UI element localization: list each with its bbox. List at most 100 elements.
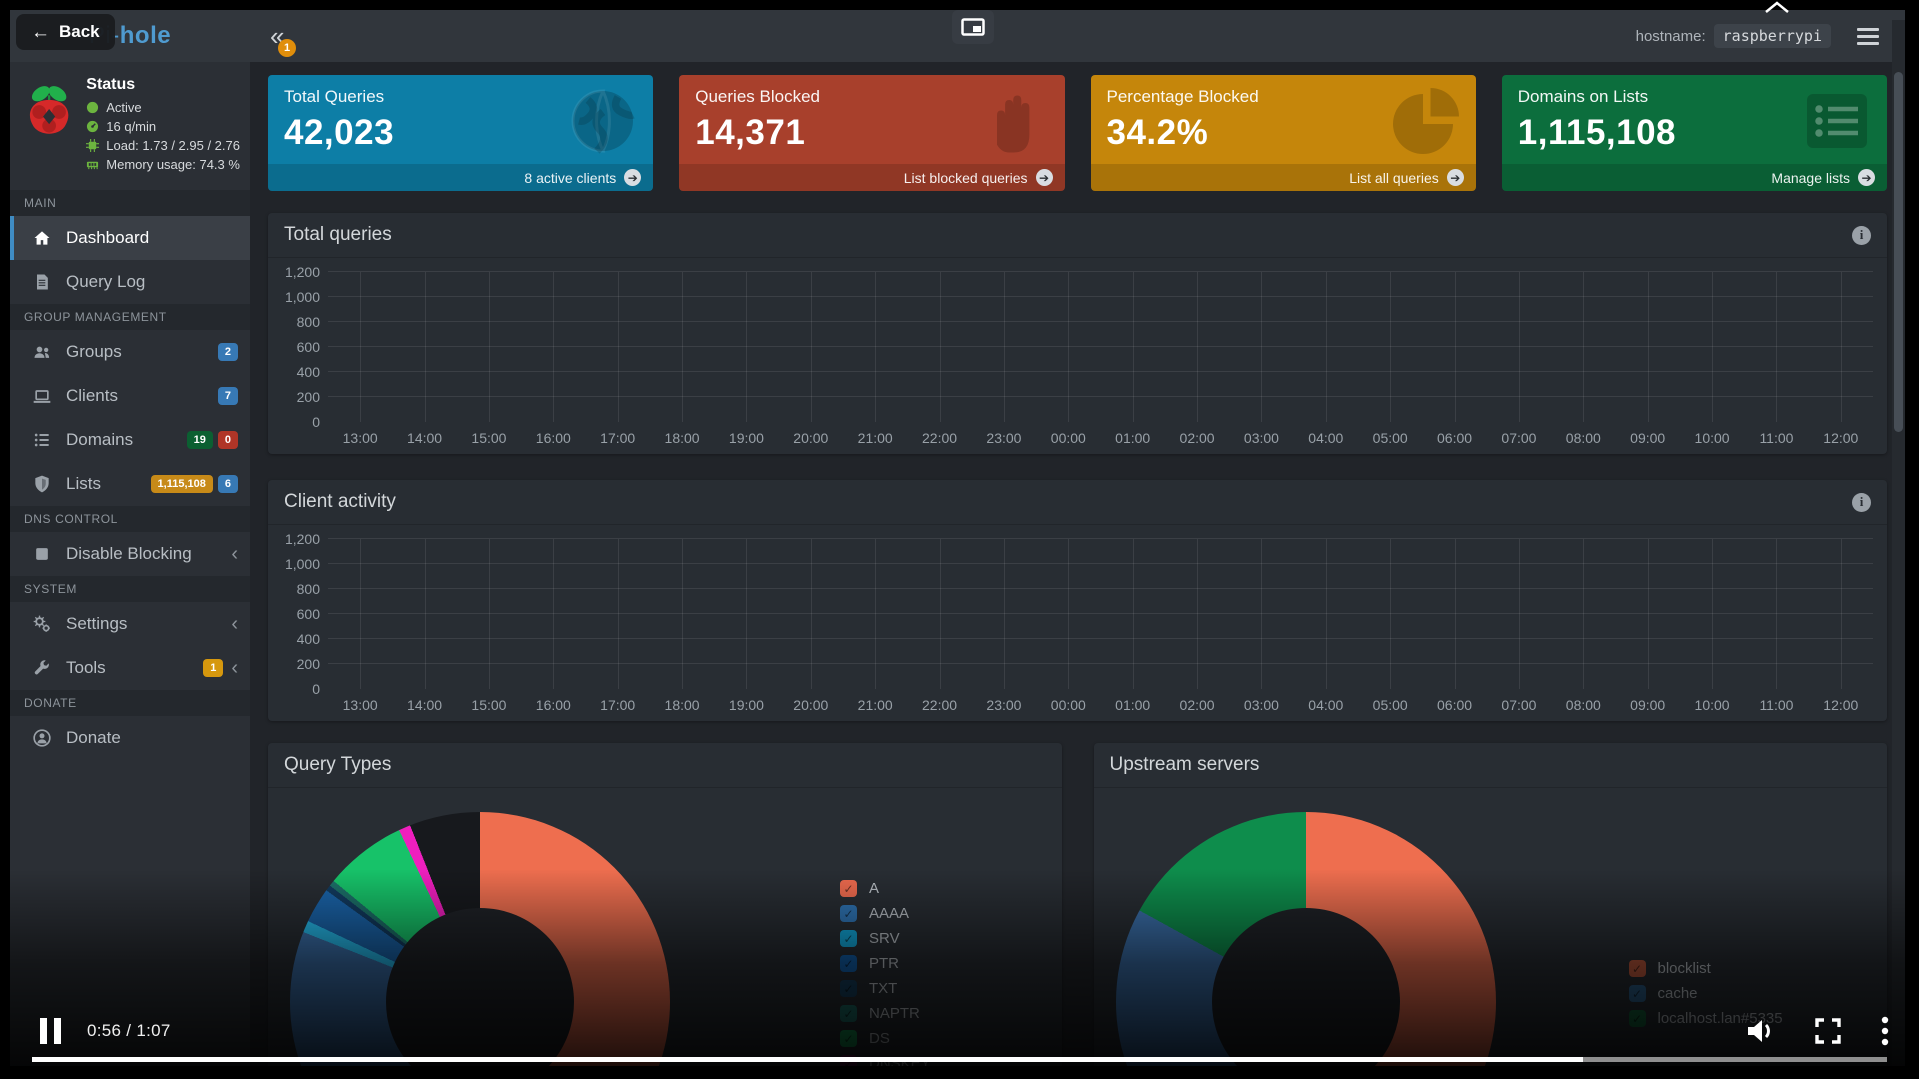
- status-title: Status: [86, 76, 240, 94]
- sidebar: Pi-hole Status Active: [10, 10, 250, 1079]
- sidebar-item-donate[interactable]: Donate: [10, 716, 250, 760]
- more-options-button[interactable]: [1881, 1016, 1889, 1046]
- legend-checkbox-icon: ✓: [1629, 985, 1646, 1002]
- stop-icon: [32, 544, 52, 564]
- pip-icon: [961, 18, 985, 36]
- donate-icon: [32, 728, 52, 748]
- panel-title: Query Types: [284, 754, 391, 776]
- back-button[interactable]: ← Back: [16, 14, 115, 50]
- domains-allowed-badge: 19: [187, 431, 213, 449]
- sidebar-item-tools[interactable]: Tools 1 ‹: [10, 646, 250, 690]
- arrow-circle-icon: ➔: [1447, 169, 1464, 186]
- file-icon: [32, 272, 52, 292]
- sidebar-collapse-button[interactable]: « 1: [270, 23, 284, 49]
- scrollbar-track[interactable]: [1892, 20, 1905, 1079]
- legend-checkbox-icon: ✓: [840, 930, 857, 947]
- donut-hole: [386, 908, 574, 1079]
- legend-checkbox-icon: ✓: [840, 955, 857, 972]
- gauge-icon: [86, 120, 99, 133]
- chevron-left-icon: ‹: [231, 614, 238, 634]
- arrow-circle-icon: ➔: [1858, 169, 1875, 186]
- panel-title: Upstream servers: [1110, 754, 1260, 776]
- memory-icon: [86, 158, 99, 171]
- card-footer-link[interactable]: Manage lists ➔: [1502, 164, 1887, 191]
- sidebar-item-settings[interactable]: Settings ‹: [10, 602, 250, 646]
- legend-checkbox-icon: ✓: [1629, 960, 1646, 977]
- legend-item-txt[interactable]: ✓TXT: [840, 980, 931, 997]
- hostname-label: hostname:: [1636, 28, 1706, 45]
- legend-item-ptr[interactable]: ✓PTR: [840, 955, 931, 972]
- section-donate: DONATE: [10, 690, 250, 716]
- legend-item-cache[interactable]: ✓cache: [1629, 985, 1783, 1002]
- pause-button[interactable]: [40, 1018, 61, 1044]
- cpu-chip-icon: [86, 139, 99, 152]
- tools-alert-badge: 1: [203, 659, 223, 677]
- status-row-rate: 16 q/min: [86, 119, 240, 134]
- top-navbar: « 1 hostname: raspberrypi: [250, 10, 1905, 62]
- status-row-active: Active: [86, 100, 240, 115]
- hostname-value: raspberrypi: [1714, 24, 1831, 48]
- card-footer-link[interactable]: List all queries ➔: [1091, 164, 1476, 191]
- groups-count-badge: 2: [218, 343, 238, 361]
- letterbox-top: [0, 0, 1919, 10]
- hamburger-menu-icon[interactable]: [1853, 24, 1883, 49]
- y-axis-labels: 02004006008001,0001,200: [276, 272, 328, 422]
- playback-progress-bar[interactable]: [32, 1057, 1887, 1062]
- legend-item-aaaa[interactable]: ✓AAAA: [840, 905, 931, 922]
- chevron-up-icon[interactable]: [1762, 0, 1792, 14]
- gears-icon: [32, 614, 52, 634]
- globe-icon: [567, 85, 639, 157]
- lists-count-badge: 6: [218, 475, 238, 493]
- total-queries-chart[interactable]: [328, 272, 1873, 422]
- scrollbar-thumb[interactable]: [1894, 72, 1903, 432]
- status-box: Status Active 16 q/min Load: 1.73 / 2.95…: [10, 62, 250, 190]
- chevron-left-icon: ‹: [231, 544, 238, 564]
- sidebar-item-clients[interactable]: Clients 7: [10, 374, 250, 418]
- sidebar-item-dashboard[interactable]: Dashboard: [10, 216, 250, 260]
- info-icon[interactable]: i: [1852, 226, 1871, 245]
- section-dns-control: DNS CONTROL: [10, 506, 250, 532]
- sidebar-item-groups[interactable]: Groups 2: [10, 330, 250, 374]
- x-axis-labels: 13:0014:0015:0016:0017:0018:0019:0020:00…: [328, 689, 1873, 717]
- list-alt-icon: [1801, 85, 1873, 157]
- status-row-load: Load: 1.73 / 2.95 / 2.76: [86, 138, 240, 153]
- clients-count-badge: 7: [218, 387, 238, 405]
- back-arrow-icon: ←: [31, 23, 50, 42]
- sidebar-item-domains[interactable]: Domains 19 0: [10, 418, 250, 462]
- legend-item-blocklist[interactable]: ✓blocklist: [1629, 960, 1783, 977]
- sidebar-menu: MAIN Dashboard Query Log GROUP MANAGEMEN…: [10, 190, 250, 1079]
- card-footer-link[interactable]: 8 active clients ➔: [268, 164, 653, 191]
- y-axis-labels: 02004006008001,0001,200: [276, 539, 328, 689]
- playback-time: 0:56 / 1:07: [87, 1021, 171, 1041]
- card-total-queries: Total Queries 42,023 8 active clients ➔: [268, 75, 653, 191]
- legend-item-srv[interactable]: ✓SRV: [840, 930, 931, 947]
- legend-item-a[interactable]: ✓A: [840, 880, 931, 897]
- section-group-management: GROUP MANAGEMENT: [10, 304, 250, 330]
- legend-checkbox-icon: ✓: [840, 880, 857, 897]
- progress-played: [32, 1057, 1583, 1062]
- card-percentage-blocked: Percentage Blocked 34.2% List all querie…: [1091, 75, 1476, 191]
- chevron-left-icon: ‹: [231, 658, 238, 678]
- sidebar-item-disable-blocking[interactable]: Disable Blocking ‹: [10, 532, 250, 576]
- sidebar-item-query-log[interactable]: Query Log: [10, 260, 250, 304]
- info-icon[interactable]: i: [1852, 493, 1871, 512]
- legend-checkbox-icon: ✓: [840, 905, 857, 922]
- pihole-app: Pi-hole Status Active: [10, 10, 1905, 1079]
- section-system: SYSTEM: [10, 576, 250, 602]
- picture-in-picture-button[interactable]: [952, 10, 994, 44]
- shield-icon: [32, 474, 52, 494]
- arrow-circle-icon: ➔: [624, 169, 641, 186]
- status-dot-icon: [86, 101, 99, 114]
- card-footer-link[interactable]: List blocked queries ➔: [679, 164, 1064, 191]
- volume-button[interactable]: [1745, 1018, 1775, 1044]
- dashboard-content: Total Queries 42,023 8 active clients ➔ …: [250, 62, 1905, 1079]
- donut-hole: [1212, 908, 1400, 1079]
- client-activity-chart[interactable]: [328, 539, 1873, 689]
- fullscreen-button[interactable]: [1815, 1018, 1841, 1044]
- laptop-icon: [32, 386, 52, 406]
- sidebar-item-lists[interactable]: Lists 1,115,108 6: [10, 462, 250, 506]
- kebab-menu-icon: [1881, 1016, 1889, 1046]
- video-player-stage: Pi-hole Status Active: [0, 0, 1919, 1079]
- stat-cards-row: Total Queries 42,023 8 active clients ➔ …: [268, 75, 1887, 191]
- list-icon: [32, 430, 52, 450]
